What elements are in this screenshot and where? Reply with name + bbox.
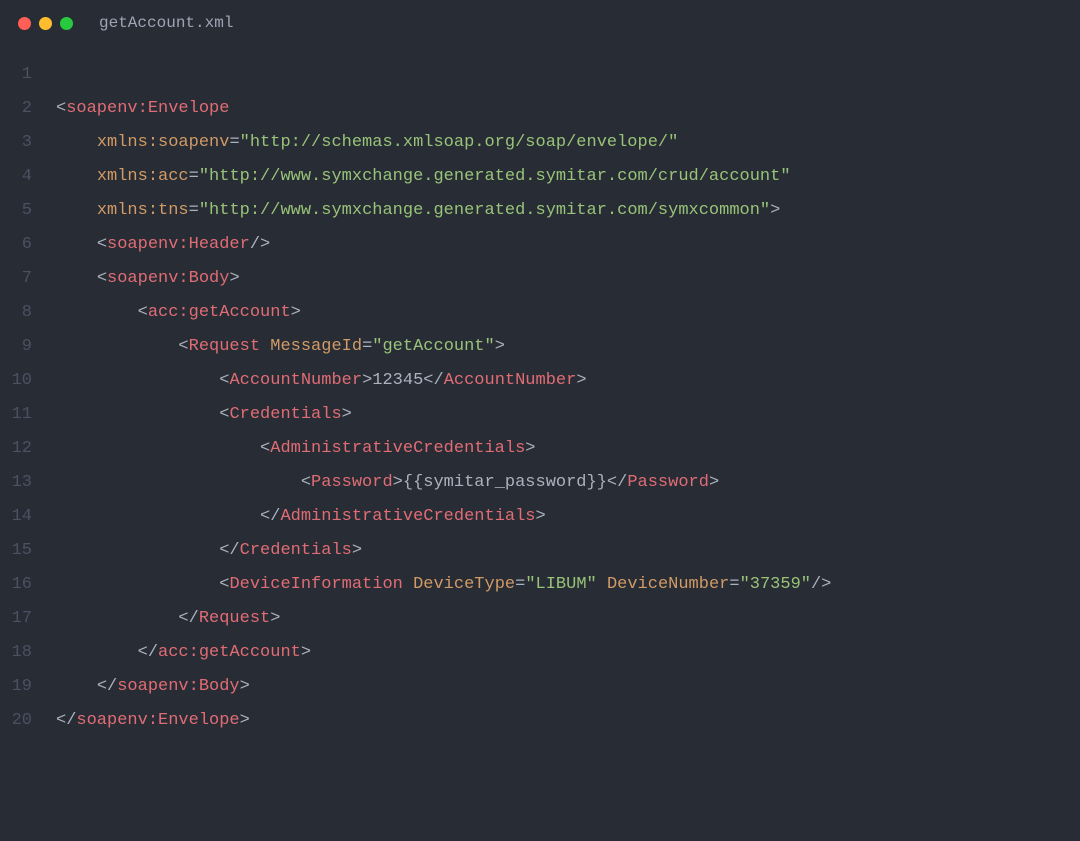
line-number: 3: [0, 126, 32, 160]
line-number: 19: [0, 670, 32, 704]
code-line: [56, 738, 1080, 772]
line-number: 16: [0, 568, 32, 602]
maximize-icon[interactable]: [60, 17, 73, 30]
close-icon[interactable]: [18, 17, 31, 30]
line-number: 4: [0, 160, 32, 194]
line-number: 2: [0, 92, 32, 126]
line-number: 7: [0, 262, 32, 296]
code-line: xmlns:tns="http://www.symxchange.generat…: [56, 194, 1080, 228]
line-number: 5: [0, 194, 32, 228]
code-line: <soapenv:Body>: [56, 262, 1080, 296]
filename-label: getAccount.xml: [99, 14, 233, 32]
code-line: <AdministrativeCredentials>: [56, 432, 1080, 466]
line-number: 18: [0, 636, 32, 670]
code-line: <Password>{{symitar_password}}</Password…: [56, 466, 1080, 500]
line-number: 17: [0, 602, 32, 636]
code-line: <Request MessageId="getAccount">: [56, 330, 1080, 364]
code-line: xmlns:soapenv="http://schemas.xmlsoap.or…: [56, 126, 1080, 160]
code-editor[interactable]: 1234567891011121314151617181920 <soapenv…: [0, 40, 1080, 840]
code-line: </Request>: [56, 602, 1080, 636]
line-number-gutter: 1234567891011121314151617181920: [0, 58, 56, 840]
line-number: 8: [0, 296, 32, 330]
code-line: <DeviceInformation DeviceType="LIBUM" De…: [56, 568, 1080, 602]
code-line: <soapenv:Envelope: [56, 92, 1080, 126]
line-number: 15: [0, 534, 32, 568]
code-line: </Credentials>: [56, 534, 1080, 568]
line-number: 6: [0, 228, 32, 262]
titlebar: getAccount.xml: [0, 0, 1080, 40]
minimize-icon[interactable]: [39, 17, 52, 30]
code-line: <acc:getAccount>: [56, 296, 1080, 330]
code-line: <soapenv:Header/>: [56, 228, 1080, 262]
code-line: </AdministrativeCredentials>: [56, 500, 1080, 534]
traffic-lights: [18, 17, 73, 30]
code-line: </soapenv:Envelope>: [56, 704, 1080, 738]
code-line: <Credentials>: [56, 398, 1080, 432]
code-content[interactable]: <soapenv:Envelope xmlns:soapenv="http://…: [56, 58, 1080, 840]
code-line: </soapenv:Body>: [56, 670, 1080, 704]
code-line: <AccountNumber>12345</AccountNumber>: [56, 364, 1080, 398]
line-number: 20: [0, 704, 32, 738]
line-number: 13: [0, 466, 32, 500]
code-line: </acc:getAccount>: [56, 636, 1080, 670]
line-number: 9: [0, 330, 32, 364]
line-number: 14: [0, 500, 32, 534]
line-number: 11: [0, 398, 32, 432]
line-number: 12: [0, 432, 32, 466]
code-line: xmlns:acc="http://www.symxchange.generat…: [56, 160, 1080, 194]
line-number: 1: [0, 58, 32, 92]
line-number: 10: [0, 364, 32, 398]
